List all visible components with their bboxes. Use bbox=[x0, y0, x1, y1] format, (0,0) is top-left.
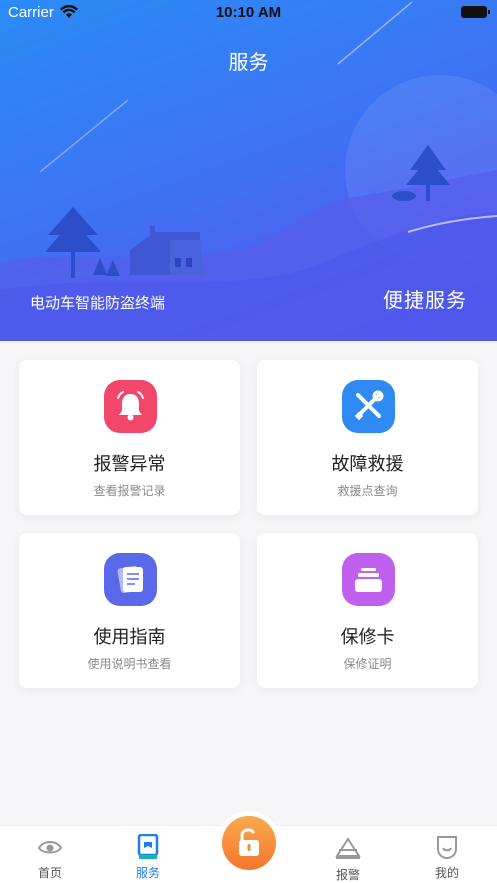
tab-home[interactable]: 首页 bbox=[20, 834, 80, 881]
tab-mine[interactable]: 我的 bbox=[417, 834, 477, 881]
card-subtitle: 使用说明书查看 bbox=[87, 657, 172, 671]
card-subtitle: 查看报警记录 bbox=[93, 484, 166, 498]
card-title: 故障救援 bbox=[331, 454, 404, 474]
service-icon bbox=[137, 834, 159, 859]
tab-service[interactable]: 服务 bbox=[118, 834, 178, 881]
card-subtitle: 救援点查询 bbox=[337, 484, 398, 498]
card-title: 保修卡 bbox=[340, 627, 395, 647]
card-title: 使用指南 bbox=[93, 627, 166, 647]
unlock-icon bbox=[239, 828, 259, 856]
tab-alarm[interactable]: 报警 bbox=[318, 836, 378, 883]
service-card-alarm[interactable]: 报警异常 查看报警记录 bbox=[19, 360, 240, 515]
header-banner: Carrier 10:10 AM 服务 电动车智能防盗终端 便捷服务 bbox=[0, 0, 497, 341]
page-title: 服务 bbox=[228, 52, 269, 74]
tab-alarm-label: 报警 bbox=[335, 868, 360, 882]
tab-service-label: 服务 bbox=[135, 866, 160, 880]
tab-mine-label: 我的 bbox=[434, 866, 459, 880]
document-icon bbox=[104, 553, 157, 606]
card-subtitle: 保修证明 bbox=[343, 657, 392, 671]
warning-icon bbox=[335, 837, 361, 859]
tab-home-label: 首页 bbox=[37, 866, 62, 880]
unlock-button[interactable] bbox=[222, 816, 276, 870]
status-bar: Carrier 10:10 AM bbox=[0, 0, 497, 26]
service-card-warranty[interactable]: 保修卡 保修证明 bbox=[257, 533, 478, 688]
banner-tagline-right: 便捷服务 bbox=[383, 290, 467, 312]
service-card-rescue[interactable]: 故障救援 救援点查询 bbox=[257, 360, 478, 515]
tools-icon bbox=[342, 380, 395, 433]
card-box-icon bbox=[342, 553, 395, 606]
card-title: 报警异常 bbox=[93, 454, 166, 474]
service-card-guide[interactable]: 使用指南 使用说明书查看 bbox=[19, 533, 240, 688]
banner-tagline-left: 电动车智能防盗终端 bbox=[30, 295, 166, 312]
eye-icon bbox=[37, 841, 63, 854]
bell-icon bbox=[104, 380, 157, 433]
status-time: 10:10 AM bbox=[215, 4, 282, 21]
battery-icon bbox=[461, 6, 490, 18]
profile-icon bbox=[437, 836, 457, 860]
